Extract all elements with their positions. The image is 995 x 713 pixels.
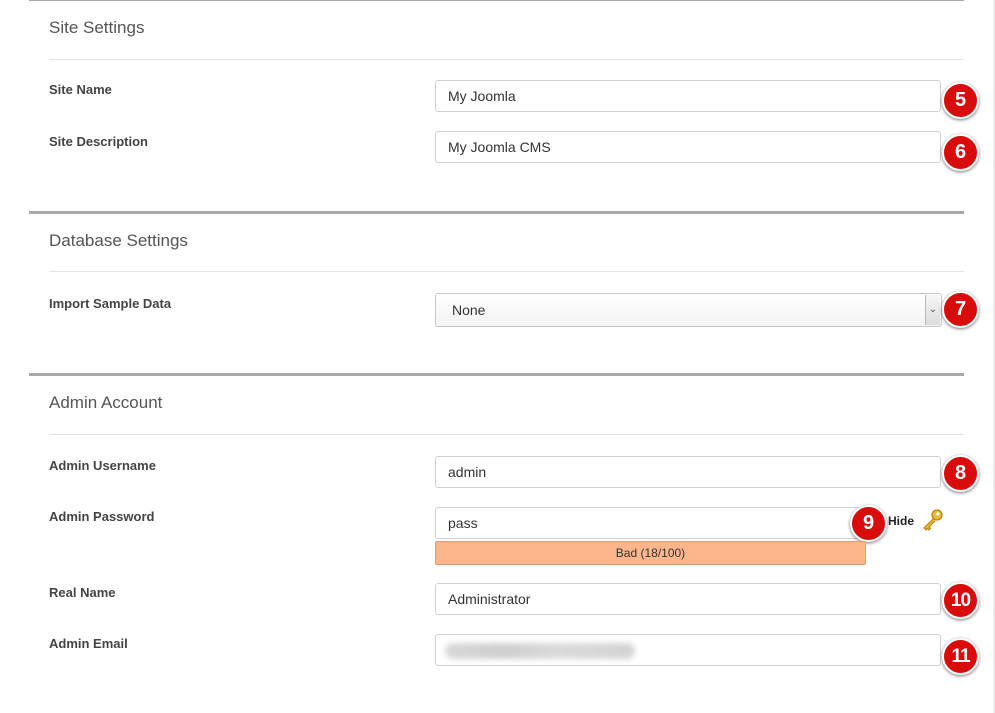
section-divider bbox=[29, 211, 964, 214]
database-settings-title: Database Settings bbox=[49, 231, 188, 250]
step-marker-9: 9 bbox=[850, 505, 887, 542]
admin-password-label: Admin Password bbox=[49, 509, 155, 524]
section-separator bbox=[49, 271, 964, 272]
step-marker-7: 7 bbox=[942, 291, 979, 328]
real-name-label: Real Name bbox=[49, 585, 116, 600]
site-settings-title: Site Settings bbox=[49, 18, 145, 37]
import-sample-data-select[interactable]: None ⌄ bbox=[435, 293, 942, 327]
step-marker-11: 11 bbox=[942, 638, 979, 675]
redacted-email bbox=[445, 643, 635, 659]
step-marker-8: 8 bbox=[942, 455, 979, 492]
section-separator bbox=[49, 59, 964, 60]
section-separator bbox=[49, 434, 964, 435]
site-description-input[interactable]: My Joomla CMS bbox=[435, 131, 941, 163]
site-name-label: Site Name bbox=[49, 82, 112, 97]
real-name-input[interactable]: Administrator bbox=[435, 583, 941, 615]
step-marker-6: 6 bbox=[942, 134, 979, 171]
chevron-down-icon[interactable]: ⌄ bbox=[925, 295, 940, 325]
admin-email-label: Admin Email bbox=[49, 636, 128, 651]
admin-username-label: Admin Username bbox=[49, 458, 156, 473]
admin-username-input[interactable]: admin bbox=[435, 456, 941, 488]
step-marker-5: 5 bbox=[942, 82, 979, 119]
section-divider bbox=[29, 373, 964, 376]
key-icon[interactable] bbox=[921, 508, 945, 532]
import-sample-data-label: Import Sample Data bbox=[49, 296, 172, 311]
password-strength-meter: Bad (18/100) bbox=[435, 541, 866, 565]
admin-password-input[interactable]: pass bbox=[435, 507, 866, 539]
step-marker-10: 10 bbox=[942, 582, 979, 619]
top-divider bbox=[29, 0, 964, 1]
admin-account-title: Admin Account bbox=[49, 393, 163, 412]
site-description-label: Site Description bbox=[49, 134, 148, 149]
select-value: None bbox=[452, 302, 486, 318]
site-name-input[interactable]: My Joomla bbox=[435, 80, 941, 112]
password-toggle-link[interactable]: Hide bbox=[888, 514, 914, 528]
